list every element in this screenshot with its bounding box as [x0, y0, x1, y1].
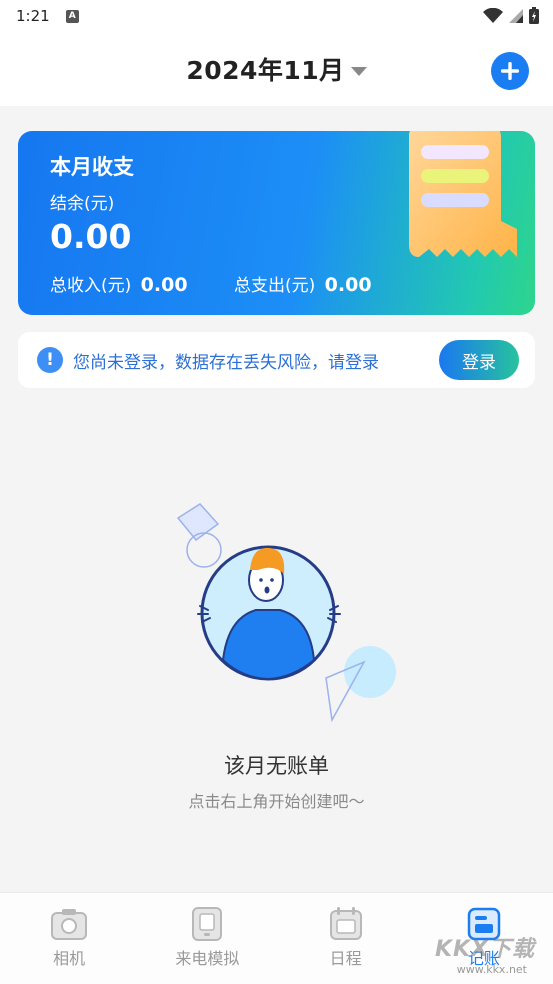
card-title: 本月收支	[50, 155, 134, 179]
calendar-icon	[329, 907, 362, 940]
income-label: 总收入(元)	[50, 276, 132, 296]
expense-value: 0.00	[324, 274, 372, 296]
month-selector[interactable]: 2024年11月	[186, 51, 367, 87]
camera-icon	[51, 909, 88, 940]
signal-icon	[509, 8, 523, 23]
nav-label: 日程	[329, 949, 362, 968]
empty-state-subtitle: 点击右上角开始创建吧～	[188, 792, 365, 811]
watermark-url: www.kkx.net	[456, 963, 527, 976]
watermark-logo: KKX下载	[434, 937, 535, 962]
nav-item-schedule[interactable]: 日程	[277, 893, 415, 984]
login-warning-text: 您尚未登录，数据存在丢失风险，请登录	[73, 352, 379, 373]
expense-summary: 总支出(元) 0.00	[234, 271, 372, 296]
wifi-icon	[483, 7, 503, 23]
login-button[interactable]: 登录	[439, 340, 519, 380]
bottom-navigation: 相机 来电模拟 日程 记账 KKX下载 www.kkx.net	[0, 892, 553, 984]
plus-icon	[501, 62, 519, 80]
income-value: 0.00	[140, 274, 188, 296]
nav-label: 相机	[53, 949, 86, 968]
phone-icon	[192, 907, 223, 941]
bubble-shape	[344, 646, 396, 698]
receipt-icon	[409, 131, 517, 257]
nav-item-bookkeeping[interactable]: 记账 KKX下载 www.kkx.net	[415, 893, 553, 984]
caret-down-icon	[350, 66, 367, 76]
status-icons	[483, 7, 539, 24]
nav-label: 来电模拟	[175, 949, 240, 968]
empty-state-title: 该月无账单	[224, 754, 329, 778]
monthly-summary-card: 本月收支 结余(元) 0.00 总收入(元) 0.00 总支出(元) 0.00	[18, 131, 535, 315]
empty-bill-illustration	[176, 503, 396, 723]
circle-shape	[186, 532, 222, 568]
header: 2024年11月	[0, 32, 553, 106]
balance-label: 结余(元)	[50, 194, 115, 214]
status-time: 1:21	[16, 7, 50, 25]
battery-icon	[529, 7, 539, 24]
expense-label: 总支出(元)	[234, 276, 316, 296]
nav-item-camera[interactable]: 相机	[0, 893, 138, 984]
notification-icon: A	[65, 9, 79, 23]
balance-value: 0.00	[50, 217, 132, 256]
nav-item-call-simulator[interactable]: 来电模拟	[138, 893, 276, 984]
income-summary: 总收入(元) 0.00	[50, 271, 188, 296]
status-bar: 1:21 A	[0, 0, 553, 32]
info-icon: !	[37, 347, 63, 373]
month-title: 2024年11月	[186, 56, 345, 85]
login-warning-banner: ! 您尚未登录，数据存在丢失风险，请登录 登录	[18, 332, 535, 388]
add-bill-button[interactable]	[491, 52, 529, 90]
